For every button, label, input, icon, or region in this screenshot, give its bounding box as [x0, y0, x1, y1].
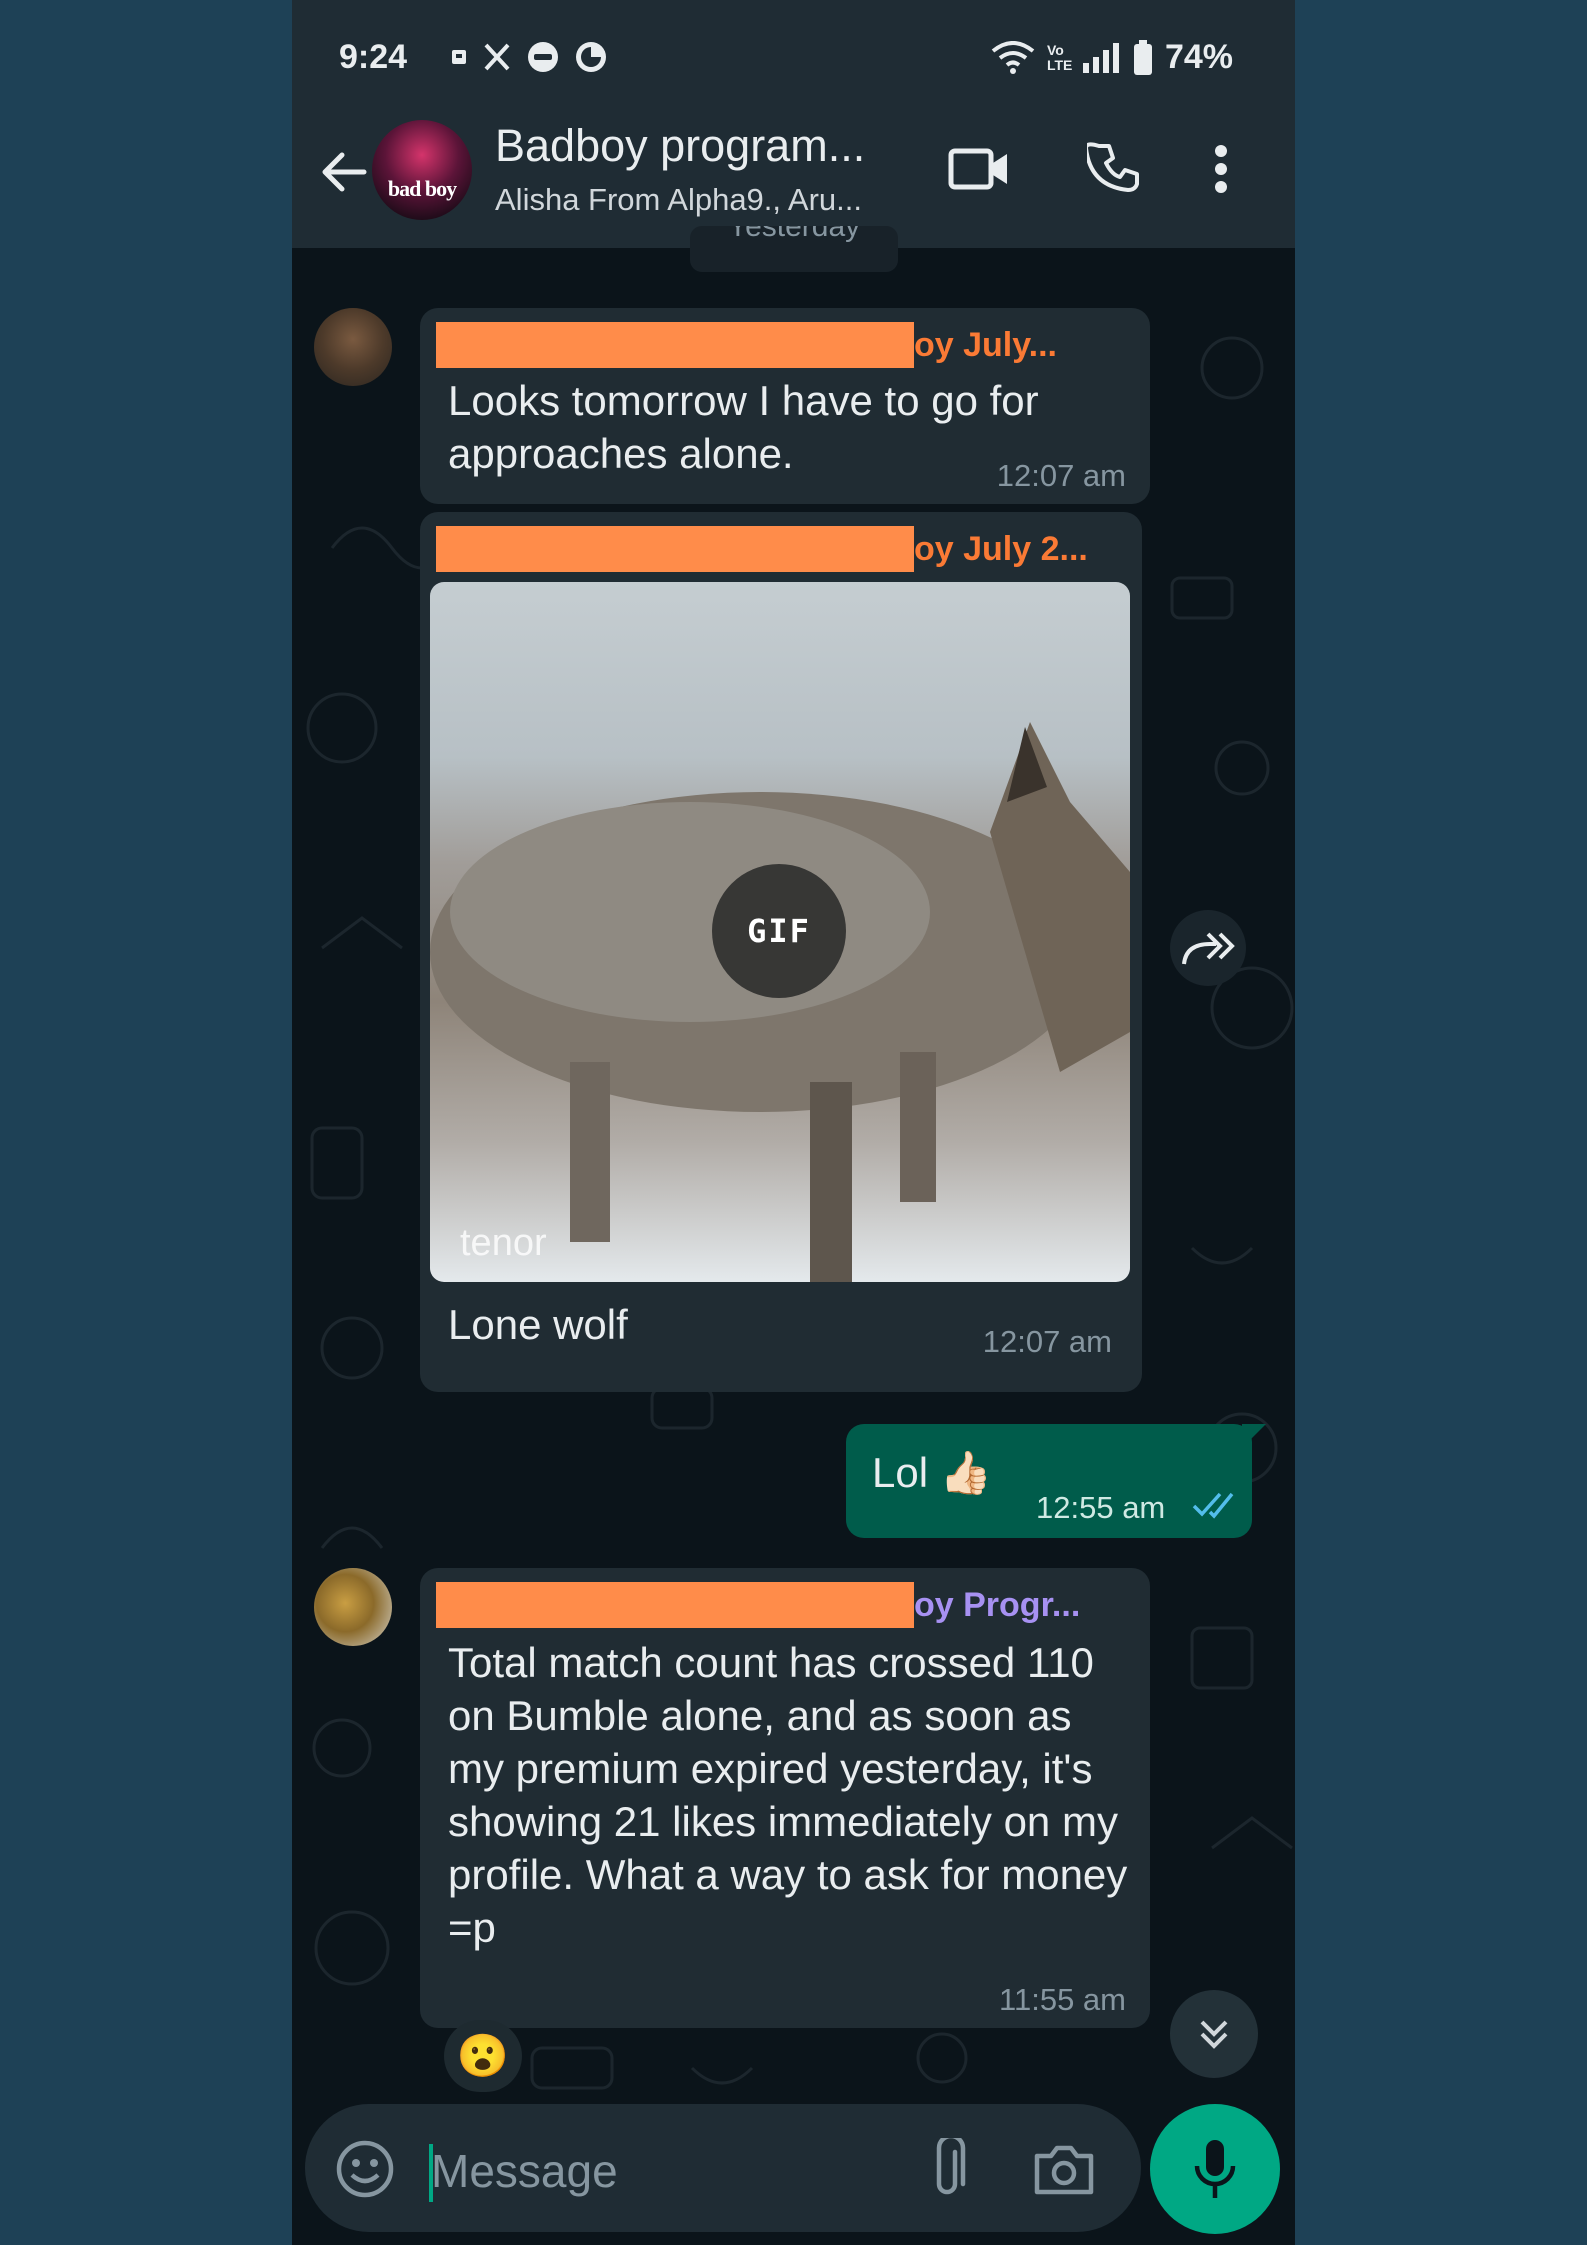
scroll-to-bottom-button[interactable]	[1170, 1990, 1258, 2078]
battery-icon	[1133, 39, 1152, 75]
chat-title[interactable]: Badboy program...	[495, 120, 865, 172]
forward-icon	[1182, 932, 1235, 965]
message-time: 12:07 am	[982, 1324, 1112, 1359]
message-time: 11:55 am	[999, 1982, 1126, 2017]
forward-button[interactable]	[1170, 910, 1246, 986]
battery-percent: 74%	[1164, 38, 1233, 76]
microphone-icon	[1194, 2140, 1236, 2198]
gif-source-watermark: tenor	[460, 1222, 547, 1264]
message-reaction[interactable]: 😮	[444, 2020, 522, 2092]
system-icons: Vo LTE 74%	[991, 38, 1233, 77]
gif-message-bubble[interactable]: oy July 2... GIF tenor Lone wolf 12:07 a…	[420, 512, 1142, 1392]
redacted-sender-name	[436, 526, 914, 572]
message-text: Total match count has crossed 110 on Bum…	[448, 1639, 1128, 1951]
app-notification-icon	[576, 42, 606, 72]
sender-name[interactable]: oy July 2...	[914, 530, 1088, 569]
notification-icon	[452, 50, 466, 64]
more-options-icon	[1215, 145, 1227, 193]
status-bar: 9:24 Vo LTE 74%	[292, 0, 1295, 120]
gif-play-badge[interactable]: GIF	[712, 864, 846, 998]
chat-participants[interactable]: Alisha From Alpha9., Aru...	[495, 182, 862, 218]
voice-call-icon	[1087, 142, 1139, 192]
attach-icon[interactable]	[927, 2138, 967, 2200]
x-app-icon	[484, 43, 510, 71]
sender-name[interactable]: oy July...	[914, 326, 1057, 365]
back-arrow-icon[interactable]	[314, 142, 374, 202]
video-call-button[interactable]	[944, 134, 1014, 204]
read-receipt-icon	[1192, 1492, 1234, 1519]
redacted-sender-name	[436, 1582, 914, 1628]
status-time: 9:24	[339, 38, 408, 76]
volte-indicator: Vo LTE	[1046, 41, 1073, 73]
message-time: 12:55 am	[1036, 1490, 1166, 1525]
messages-app-icon	[528, 42, 558, 72]
sender-avatar[interactable]	[314, 308, 392, 386]
bubble-tail	[1242, 1424, 1266, 1448]
video-call-icon	[948, 148, 1007, 190]
sender-name[interactable]: oy Progr...	[914, 1586, 1080, 1625]
message-bubble[interactable]: oy Progr... Total match count has crosse…	[420, 1568, 1150, 2028]
emoji-icon[interactable]	[335, 2139, 395, 2199]
group-avatar-logo-text: bad boy	[387, 176, 457, 201]
message-input[interactable]: Message	[431, 2144, 618, 2198]
date-separator: Yesterday	[690, 226, 898, 272]
more-options-button[interactable]	[1196, 134, 1246, 204]
voice-call-button[interactable]	[1079, 134, 1149, 204]
redacted-sender-name	[436, 322, 914, 368]
notification-icons	[450, 40, 608, 74]
sender-avatar[interactable]	[314, 1568, 392, 1646]
gif-preview[interactable]: GIF tenor	[430, 582, 1130, 1282]
message-input-bar: Message	[305, 2104, 1141, 2232]
wifi-icon	[991, 40, 1035, 74]
double-chevron-down-icon	[1200, 2020, 1228, 2049]
signal-icon	[1082, 42, 1119, 73]
voice-message-button[interactable]	[1150, 2104, 1280, 2234]
camera-icon[interactable]	[1033, 2142, 1095, 2196]
outgoing-message-bubble[interactable]: Lol 👍🏻 12:55 am	[846, 1424, 1252, 1538]
gif-caption: Lone wolf	[448, 1301, 628, 1348]
message-bubble[interactable]: oy July... Looks tomorrow I have to go f…	[420, 308, 1150, 504]
message-time: 12:07 am	[996, 458, 1126, 493]
phone-screen: 9:24 Vo LTE 74% bad boy Badboy program..…	[292, 0, 1295, 2245]
group-avatar[interactable]: bad boy	[372, 120, 472, 220]
message-text: Lol 👍🏻	[872, 1449, 993, 1496]
